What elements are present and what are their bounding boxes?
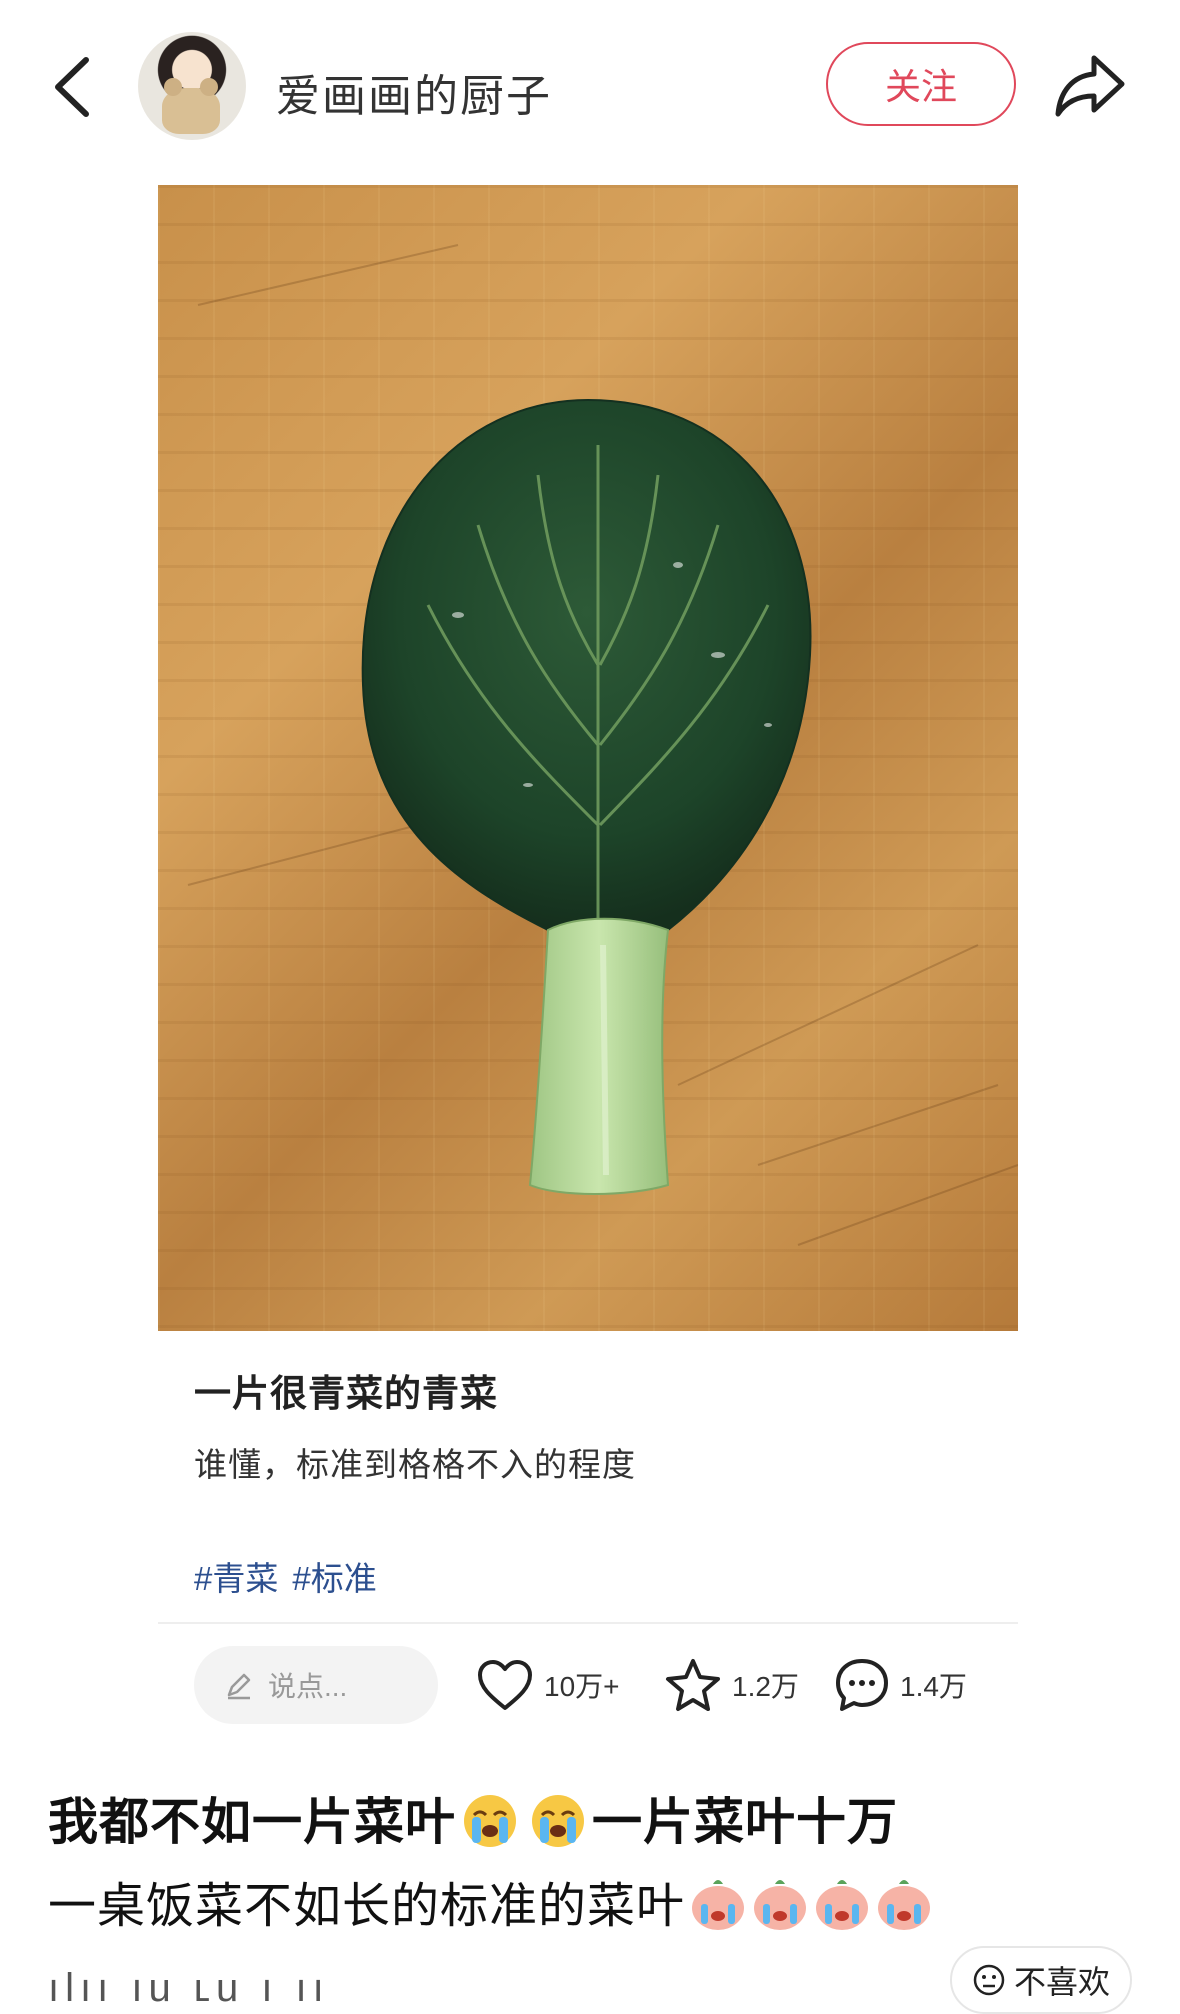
back-arrow-icon[interactable]	[48, 52, 98, 122]
caption-line-1: 我都不如一片菜叶 一片菜叶十万	[48, 1782, 898, 1854]
caption-line-1-part-2: 一片菜叶十万	[592, 1794, 898, 1850]
avatar-bear-toy	[162, 78, 220, 134]
favorite-button[interactable]: 1.2万	[664, 1656, 799, 1714]
tag-biaozhun[interactable]: #标准	[292, 1560, 376, 1597]
caption-line-2-text: 一桌饭菜不如长的标准的菜叶	[48, 1880, 686, 1933]
post-header: 爱画画的厨子 关注	[0, 0, 1180, 170]
post-description: 谁懂，标准到格格不入的程度	[194, 1446, 636, 1483]
caption-line-1-part-1: 我都不如一片菜叶	[48, 1794, 456, 1850]
comment-button[interactable]: 1.4万	[834, 1656, 967, 1714]
pencil-icon	[227, 1673, 251, 1700]
crying-peach-sticker-icon	[692, 1880, 745, 1930]
crying-peach-sticker-icon	[878, 1880, 931, 1930]
caption-line-2: 一桌饭菜不如长的标准的菜叶	[48, 1866, 933, 1936]
post-tags: #青菜 #标准	[194, 1552, 391, 1600]
divider	[158, 1622, 1018, 1624]
neutral-face-icon	[973, 1964, 1005, 1996]
heart-icon	[478, 1660, 532, 1710]
loudly-crying-emoji-icon	[464, 1795, 516, 1847]
avatar[interactable]	[138, 32, 246, 140]
comment-input[interactable]: 说点...	[194, 1646, 438, 1724]
crying-peach-sticker-icon	[754, 1880, 807, 1930]
bok-choy-leaf-illustration	[187, 244, 1018, 1246]
crying-peach-sticker-icon	[816, 1880, 869, 1930]
post-title: 一片很青菜的青菜	[194, 1373, 498, 1414]
star-icon	[666, 1659, 720, 1711]
dislike-label: 不喜欢	[1013, 1964, 1110, 2000]
cut-off-text: ılıı ıu ʟu ı ıı	[48, 1966, 330, 2010]
author-username[interactable]: 爱画画的厨子	[276, 60, 552, 124]
comment-count: 1.4万	[900, 1671, 967, 1702]
like-count: 10万+	[544, 1671, 620, 1702]
post-photo[interactable]	[158, 185, 1018, 1331]
comment-bubble-icon	[836, 1659, 888, 1711]
tag-qingcai[interactable]: #青菜	[194, 1560, 278, 1597]
comment-placeholder: 说点...	[268, 1671, 348, 1702]
loudly-crying-emoji-icon	[532, 1795, 584, 1847]
favorite-count: 1.2万	[732, 1671, 799, 1702]
like-button[interactable]: 10万+	[476, 1656, 620, 1714]
dislike-button[interactable]: 不喜欢	[950, 1946, 1132, 2014]
follow-button[interactable]: 关注	[826, 42, 1016, 126]
share-icon[interactable]	[1054, 52, 1126, 118]
